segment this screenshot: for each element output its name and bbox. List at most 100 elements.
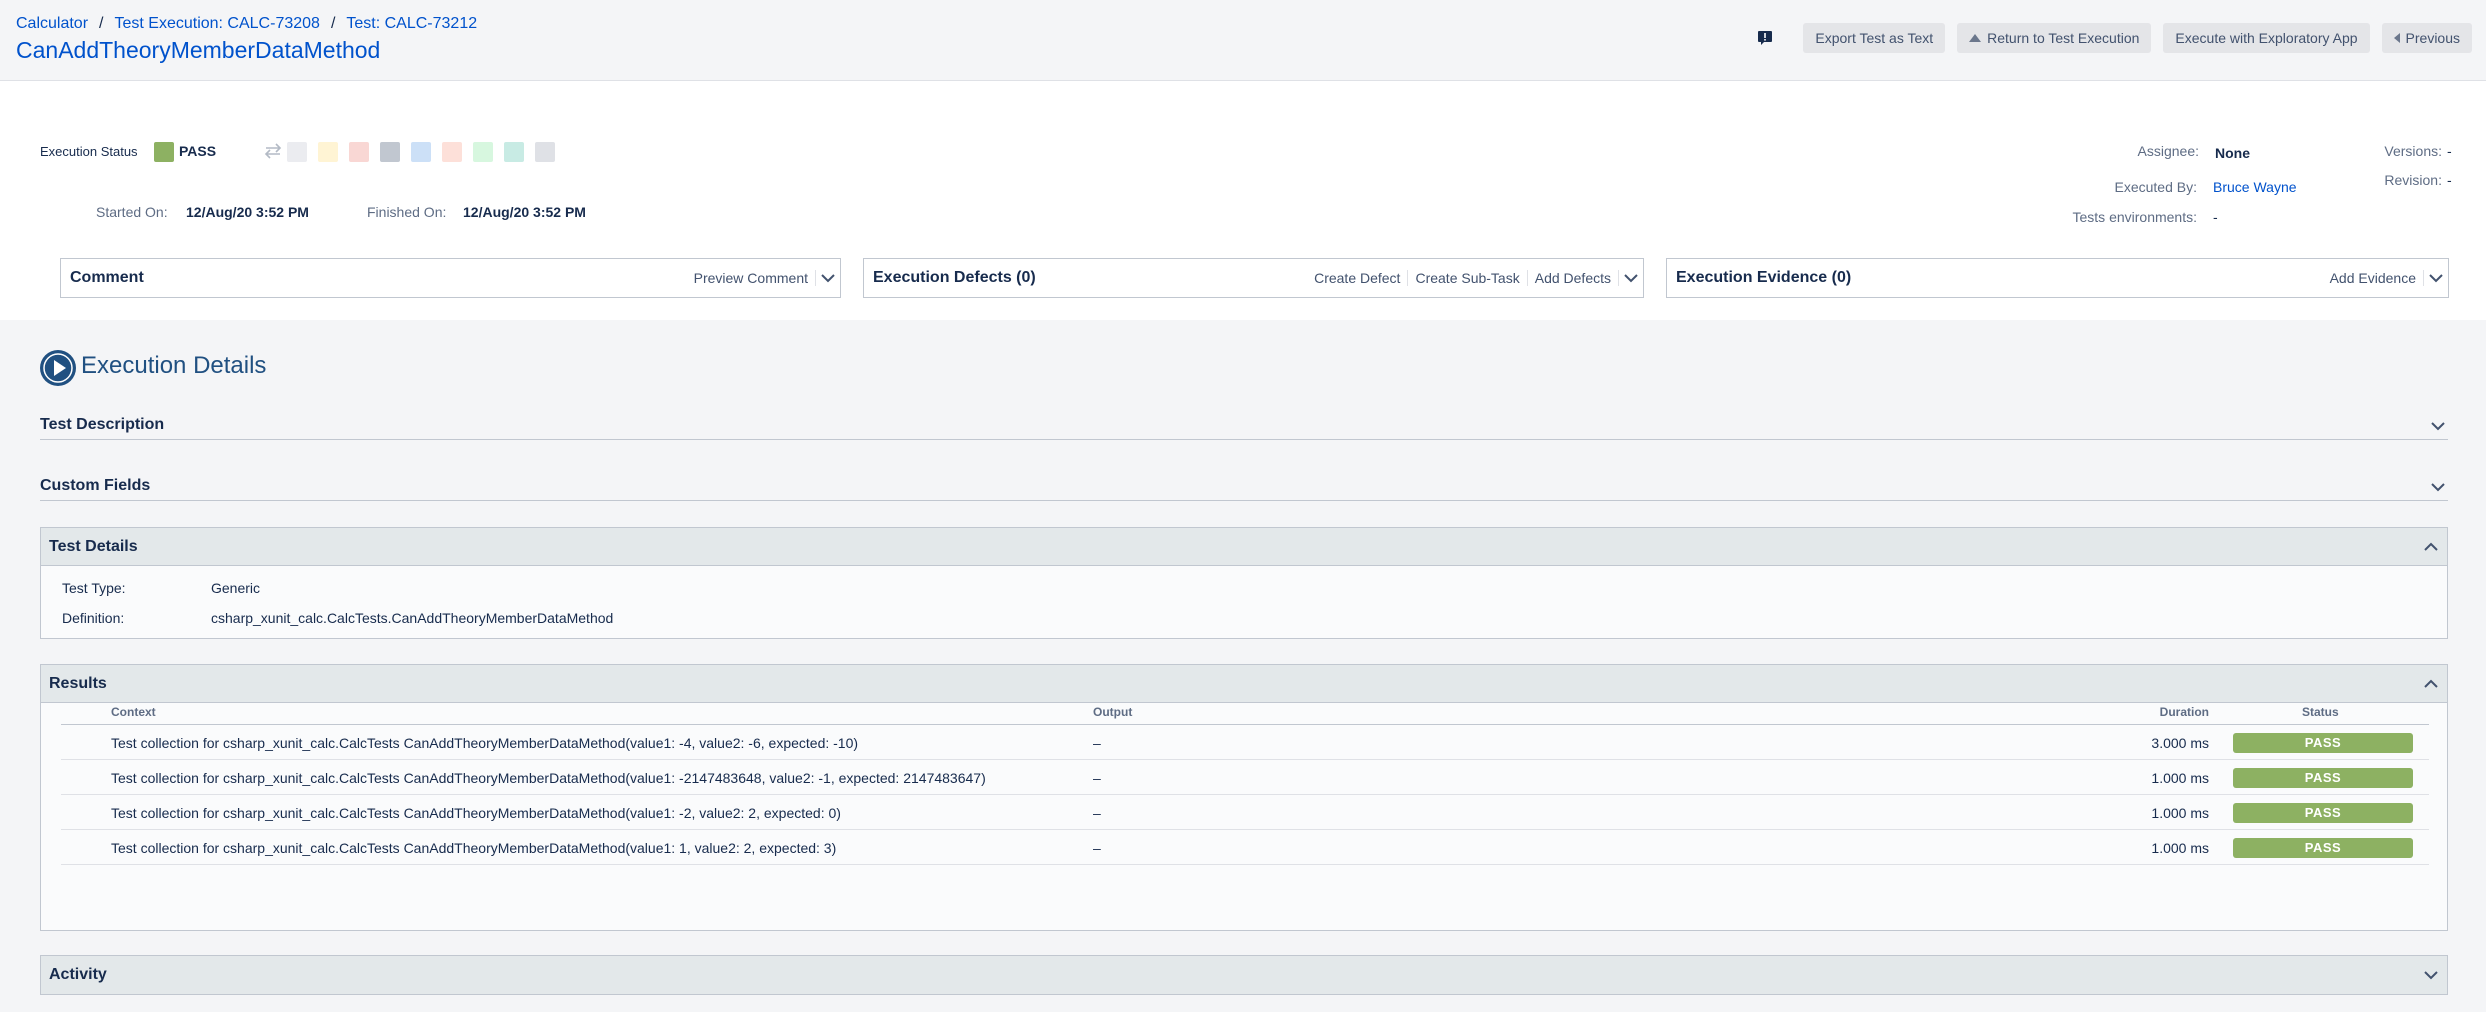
definition-label: Definition: xyxy=(62,610,125,626)
status-swatch-option[interactable] xyxy=(380,142,400,162)
export-test-button[interactable]: Export Test as Text xyxy=(1803,23,1946,53)
versions-value: - xyxy=(2447,143,2452,159)
status-swatch-option[interactable] xyxy=(473,142,493,162)
status-swatch-option[interactable] xyxy=(535,142,555,162)
chevron-up-icon[interactable] xyxy=(2423,676,2439,692)
return-to-execution-button[interactable]: Return to Test Execution xyxy=(1957,23,2152,53)
results-table: Context Output Duration Status Test coll… xyxy=(61,705,2429,865)
breadcrumb-project[interactable]: Calculator xyxy=(16,15,88,33)
test-details-header[interactable]: Test Details xyxy=(41,528,2447,566)
status-swatches xyxy=(287,142,555,162)
assignee-label: Assignee: xyxy=(2137,143,2199,159)
chevron-down-icon[interactable] xyxy=(816,259,840,297)
chevron-down-icon[interactable] xyxy=(1619,259,1643,297)
results-box: Results Context Output Duration Status T… xyxy=(40,664,2448,931)
header-actions: Export Test as Text Return to Test Execu… xyxy=(1757,23,2472,53)
status-swatch-option[interactable] xyxy=(318,142,338,162)
results-table-body: Test collection for csharp_xunit_calc.Ca… xyxy=(61,725,2429,865)
create-defect-button[interactable]: Create Defect xyxy=(1307,270,1409,286)
status-swatch-option[interactable] xyxy=(411,142,431,162)
test-description-title: Test Description xyxy=(40,416,165,433)
executed-by-link[interactable]: Bruce Wayne xyxy=(2213,179,2297,195)
revision-value: - xyxy=(2447,172,2452,188)
started-on-value: 12/Aug/20 3:52 PM xyxy=(186,204,309,220)
chevron-up-icon[interactable] xyxy=(2423,539,2439,555)
results-title: Results xyxy=(49,675,107,692)
row-duration: 1.000 ms xyxy=(2151,770,2209,786)
add-evidence-button[interactable]: Add Evidence xyxy=(2323,270,2424,286)
finished-on-label: Finished On: xyxy=(367,204,447,220)
test-type-value: Generic xyxy=(211,580,261,596)
feedback-icon[interactable] xyxy=(1757,30,1773,46)
breadcrumb: Calculator / Test Execution: CALC-73208 … xyxy=(16,15,477,33)
row-context: Test collection for csharp_xunit_calc.Ca… xyxy=(111,840,837,856)
column-duration: Duration xyxy=(2159,705,2209,719)
breadcrumb-test-execution[interactable]: Test Execution: CALC-73208 xyxy=(114,15,319,33)
execution-defects-title: Execution Defects (0) xyxy=(873,269,1036,286)
row-duration: 3.000 ms xyxy=(2151,735,2209,751)
table-row: Test collection for csharp_xunit_calc.Ca… xyxy=(61,725,2429,760)
add-defects-button[interactable]: Add Defects xyxy=(1528,270,1619,286)
status-swatch-option[interactable] xyxy=(442,142,462,162)
activity-title: Activity xyxy=(49,966,107,983)
executed-by-label: Executed By: xyxy=(2114,179,2198,195)
status-badge: PASS xyxy=(2233,733,2413,753)
tests-environments-label: Tests environments: xyxy=(2072,209,2198,225)
status-swatch-option[interactable] xyxy=(504,142,524,162)
chevron-down-icon[interactable] xyxy=(2430,479,2446,495)
row-output: – xyxy=(1093,805,1101,821)
breadcrumb-separator: / xyxy=(330,15,336,32)
previous-button[interactable]: Previous xyxy=(2381,23,2472,53)
test-type-label: Test Type: xyxy=(62,580,126,596)
custom-fields-title: Custom Fields xyxy=(40,477,151,494)
status-color-swatch xyxy=(154,142,174,162)
chevron-down-icon[interactable] xyxy=(2423,967,2439,983)
row-output: – xyxy=(1093,770,1101,786)
custom-fields-section[interactable]: Custom Fields xyxy=(40,475,2448,501)
finished-on-value: 12/Aug/20 3:52 PM xyxy=(463,204,586,220)
page-title: CanAddTheoryMemberDataMethod xyxy=(16,37,381,63)
chevron-down-icon[interactable] xyxy=(2430,418,2446,434)
swap-icon[interactable] xyxy=(262,142,284,160)
row-output: – xyxy=(1093,840,1101,856)
execute-exploratory-button[interactable]: Execute with Exploratory App xyxy=(2163,23,2370,53)
row-output: – xyxy=(1093,735,1101,751)
test-description-section[interactable]: Test Description xyxy=(40,414,2448,440)
row-context: Test collection for csharp_xunit_calc.Ca… xyxy=(111,735,859,751)
status-swatch-option[interactable] xyxy=(349,142,369,162)
triangle-up-icon xyxy=(1969,34,1982,42)
status-badge: PASS xyxy=(2233,768,2413,788)
column-output: Output xyxy=(1093,705,1133,719)
revision-label: Revision: xyxy=(2384,172,2442,188)
previous-label: Previous xyxy=(2405,30,2460,46)
activity-box: Activity xyxy=(40,955,2448,995)
column-status: Status xyxy=(2302,705,2339,719)
row-context: Test collection for csharp_xunit_calc.Ca… xyxy=(111,805,841,821)
results-header[interactable]: Results xyxy=(41,665,2447,703)
row-duration: 1.000 ms xyxy=(2151,840,2209,856)
results-table-header: Context Output Duration Status xyxy=(61,705,2429,725)
definition-value: csharp_xunit_calc.CalcTests.CanAddTheory… xyxy=(211,610,614,626)
triangle-left-icon xyxy=(2393,33,2400,43)
preview-comment-button[interactable]: Preview Comment xyxy=(687,270,816,286)
status-swatch-option[interactable] xyxy=(287,142,307,162)
column-context: Context xyxy=(111,705,156,719)
test-details-box: Test Details Test Type: Generic Definiti… xyxy=(40,527,2448,639)
table-row: Test collection for csharp_xunit_calc.Ca… xyxy=(61,830,2429,865)
execution-status-label: Execution Status xyxy=(40,144,138,159)
return-to-execution-label: Return to Test Execution xyxy=(1987,30,2140,46)
versions-label: Versions: xyxy=(2384,143,2442,159)
status-badge: PASS xyxy=(2233,803,2413,823)
started-on-label: Started On: xyxy=(96,204,168,220)
activity-header[interactable]: Activity xyxy=(41,956,2447,994)
breadcrumb-test[interactable]: Test: CALC-73212 xyxy=(346,15,477,33)
chevron-down-icon[interactable] xyxy=(2424,259,2448,297)
execution-evidence-title: Execution Evidence (0) xyxy=(1676,269,1852,286)
assignee-value[interactable]: None xyxy=(2215,145,2250,161)
row-duration: 1.000 ms xyxy=(2151,805,2209,821)
page-header: Calculator / Test Execution: CALC-73208 … xyxy=(0,0,2486,81)
table-row: Test collection for csharp_xunit_calc.Ca… xyxy=(61,760,2429,795)
create-subtask-button[interactable]: Create Sub-Task xyxy=(1408,270,1528,286)
play-circle-icon xyxy=(40,350,76,386)
execution-details-title: Execution Details xyxy=(81,352,267,379)
